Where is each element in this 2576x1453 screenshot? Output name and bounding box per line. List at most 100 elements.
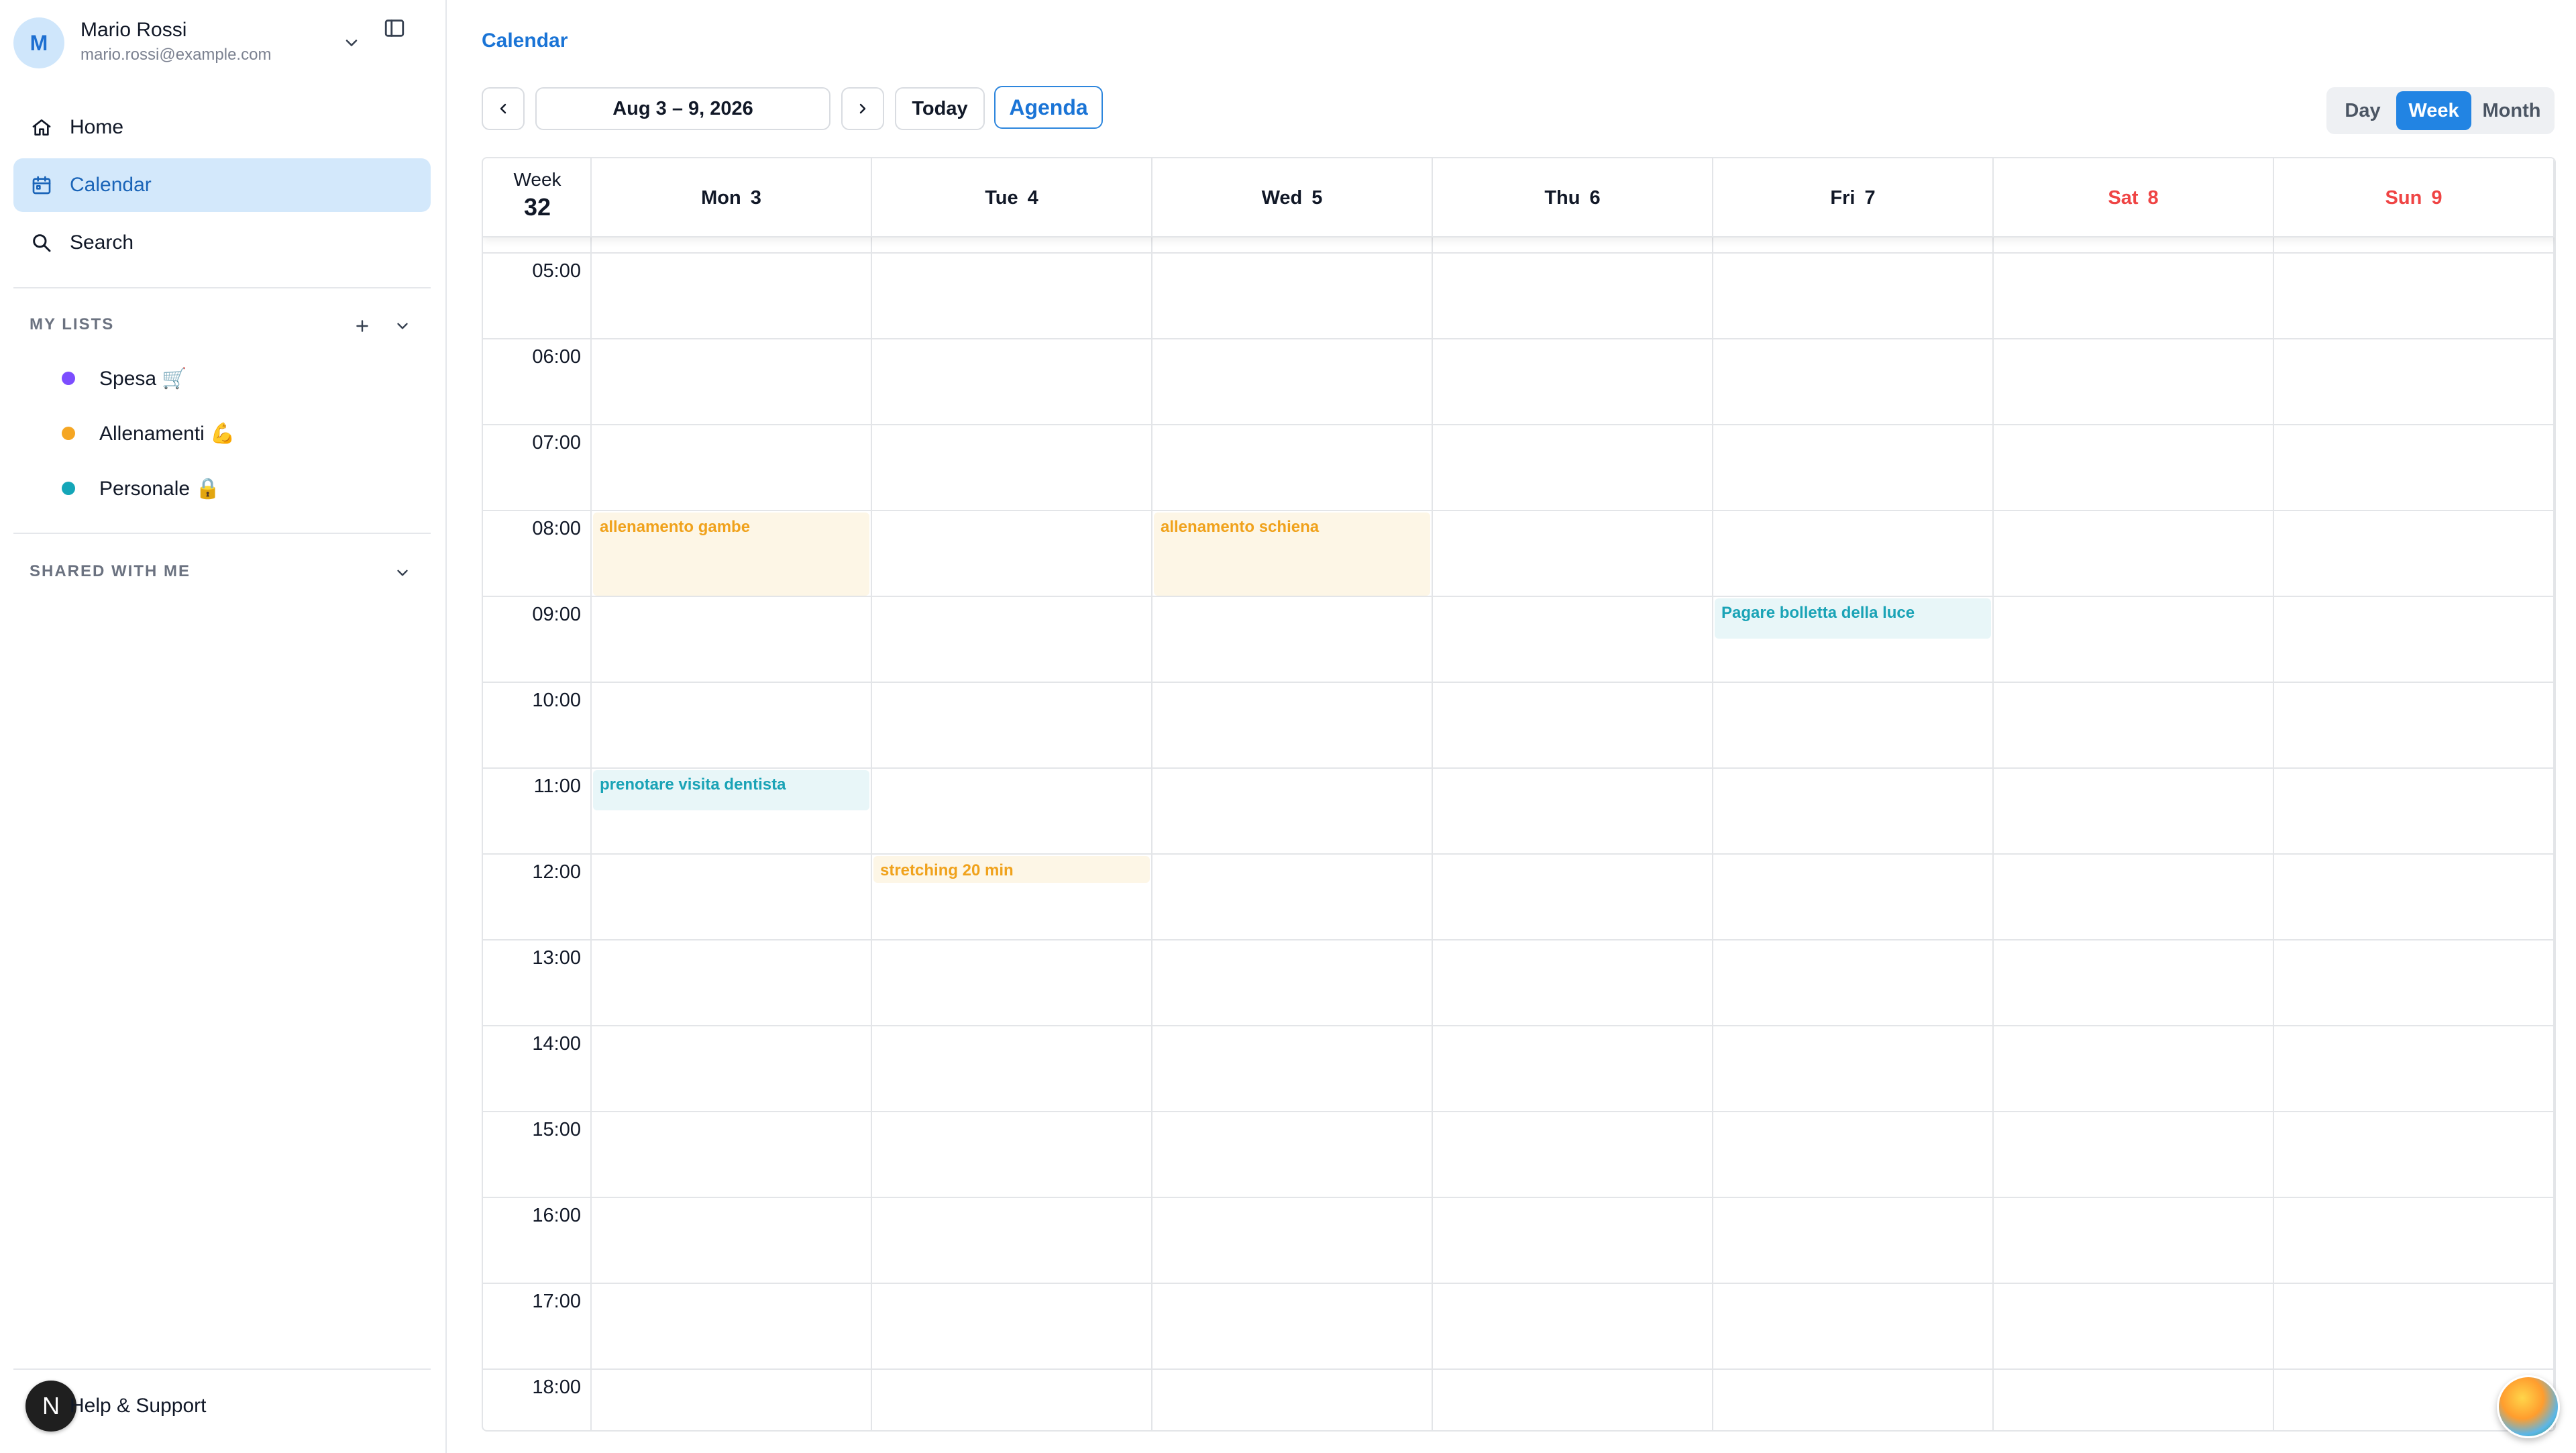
hour-row[interactable]: 07:00 xyxy=(483,425,2555,511)
breadcrumb[interactable]: Calendar xyxy=(482,30,568,52)
view-switcher: Day Week Month xyxy=(2326,87,2555,134)
main-content: Calendar Aug 3 – 9, 2026 Today Agenda Da… xyxy=(447,0,2576,1453)
view-week-button[interactable]: Week xyxy=(2396,91,2471,130)
home-icon xyxy=(28,114,55,141)
hour-label: 18:00 xyxy=(532,1377,581,1398)
hour-row[interactable]: 16:00 xyxy=(483,1198,2555,1284)
list-color-dot xyxy=(62,427,75,440)
day-number: 3 xyxy=(750,186,761,209)
day-header-wed[interactable]: Wed 5 xyxy=(1152,158,1433,237)
chevron-down-icon[interactable] xyxy=(389,559,416,586)
column-divider xyxy=(1151,237,1152,1430)
day-number: 5 xyxy=(1311,186,1323,209)
nav-calendar-label: Calendar xyxy=(70,174,152,196)
sidebar-toggle-icon[interactable] xyxy=(380,13,409,43)
hour-label: 06:00 xyxy=(532,346,581,368)
list-label: Personale 🔒 xyxy=(99,477,221,500)
view-month-button[interactable]: Month xyxy=(2473,91,2551,130)
day-header-thu[interactable]: Thu 6 xyxy=(1433,158,1713,237)
prev-week-button[interactable] xyxy=(482,87,525,130)
search-icon xyxy=(28,229,55,256)
column-divider xyxy=(871,237,872,1430)
hour-row[interactable]: 17:00 xyxy=(483,1284,2555,1370)
hour-row[interactable]: 13:00 xyxy=(483,940,2555,1026)
week-number: 32 xyxy=(523,193,551,221)
shared-with-me-title: SHARED WITH ME xyxy=(30,562,191,580)
hour-label: 14:00 xyxy=(532,1033,581,1055)
app-badge-icon[interactable]: N xyxy=(25,1381,76,1432)
help-support-link[interactable]: N Help & Support xyxy=(25,1379,206,1433)
hour-label: 12:00 xyxy=(532,861,581,883)
day-header-fri[interactable]: Fri 7 xyxy=(1713,158,1994,237)
day-header-sat[interactable]: Sat 8 xyxy=(1994,158,2274,237)
avatar: M xyxy=(13,17,64,68)
agenda-button[interactable]: Agenda xyxy=(994,86,1103,129)
hour-label: 13:00 xyxy=(532,947,581,969)
day-name: Tue xyxy=(985,186,1018,209)
calendar-event[interactable]: allenamento gambe xyxy=(593,513,869,596)
hour-label: 07:00 xyxy=(532,432,581,453)
hour-row[interactable]: 18:00 xyxy=(483,1370,2555,1430)
column-divider xyxy=(590,237,592,1430)
chevron-down-icon[interactable] xyxy=(338,30,365,56)
hour-row[interactable]: 15:00 xyxy=(483,1112,2555,1198)
day-number: 6 xyxy=(1589,186,1601,209)
hour-label: 11:00 xyxy=(533,775,581,797)
list-color-dot xyxy=(62,482,75,495)
column-divider xyxy=(2553,237,2555,1430)
my-lists-title: MY LISTS xyxy=(30,315,115,333)
divider xyxy=(13,1368,431,1370)
calendar-event[interactable]: allenamento schiena xyxy=(1154,513,1430,596)
list-item-spesa[interactable]: Spesa 🛒 xyxy=(62,358,187,398)
add-list-icon[interactable] xyxy=(349,313,376,339)
chevron-right-icon xyxy=(859,103,866,114)
user-menu[interactable]: M Mario Rossi mario.rossi@example.com xyxy=(13,15,433,71)
list-label: Allenamenti 💪 xyxy=(99,422,235,445)
day-header-sun[interactable]: Sun 9 xyxy=(2274,158,2555,237)
day-header-mon[interactable]: Mon 3 xyxy=(592,158,872,237)
day-header-tue[interactable]: Tue 4 xyxy=(872,158,1152,237)
user-name: Mario Rossi xyxy=(80,19,187,41)
day-number: 9 xyxy=(2431,186,2443,209)
next-week-button[interactable] xyxy=(841,87,884,130)
list-item-allenamenti[interactable]: Allenamenti 💪 xyxy=(62,413,235,453)
user-email: mario.rossi@example.com xyxy=(80,46,272,64)
list-item-personale[interactable]: Personale 🔒 xyxy=(62,468,221,508)
hour-row[interactable]: 12:00 xyxy=(483,855,2555,940)
day-name: Sun xyxy=(2385,186,2422,209)
assistant-avatar-icon[interactable] xyxy=(2497,1375,2560,1438)
hour-label: 15:00 xyxy=(532,1119,581,1140)
hour-row[interactable]: 14:00 xyxy=(483,1026,2555,1112)
nav-home[interactable]: Home xyxy=(13,101,431,154)
week-number-cell: Week 32 xyxy=(483,158,592,237)
calendar-icon xyxy=(28,172,55,199)
day-name: Thu xyxy=(1544,186,1580,209)
hour-label: 16:00 xyxy=(532,1205,581,1226)
date-range-picker[interactable]: Aug 3 – 9, 2026 xyxy=(535,87,830,130)
hour-row[interactable]: 10:00 xyxy=(483,683,2555,769)
hour-label: 09:00 xyxy=(532,604,581,625)
hour-label: 17:00 xyxy=(532,1291,581,1312)
calendar-event[interactable]: stretching 20 min xyxy=(873,856,1150,883)
hour-row[interactable]: 09:00 xyxy=(483,597,2555,683)
nav-calendar[interactable]: Calendar xyxy=(13,158,431,212)
help-support-label: Help & Support xyxy=(70,1395,207,1417)
week-label: Week xyxy=(513,169,561,190)
view-day-button[interactable]: Day xyxy=(2330,91,2395,130)
chevron-down-icon[interactable] xyxy=(389,313,416,339)
day-number: 7 xyxy=(1864,186,1876,209)
day-name: Wed xyxy=(1261,186,1303,209)
calendar-body: 05:00 06:00 07:00 08:00 09:00 10:00 11:00 12:00… xyxy=(483,237,2555,1430)
divider xyxy=(13,287,431,288)
day-number: 8 xyxy=(2147,186,2159,209)
hour-row[interactable]: 05:00 xyxy=(483,254,2555,339)
today-button[interactable]: Today xyxy=(895,87,985,130)
sidebar: M Mario Rossi mario.rossi@example.com Ho… xyxy=(0,0,447,1453)
chevron-left-icon xyxy=(500,103,506,114)
day-name: Mon xyxy=(701,186,741,209)
nav-search[interactable]: Search xyxy=(13,216,431,270)
calendar-event[interactable]: Pagare bolletta della luce xyxy=(1715,598,1991,639)
hour-row[interactable]: 06:00 xyxy=(483,339,2555,425)
calendar-event[interactable]: prenotare visita dentista xyxy=(593,770,869,810)
column-divider xyxy=(1712,237,1713,1430)
